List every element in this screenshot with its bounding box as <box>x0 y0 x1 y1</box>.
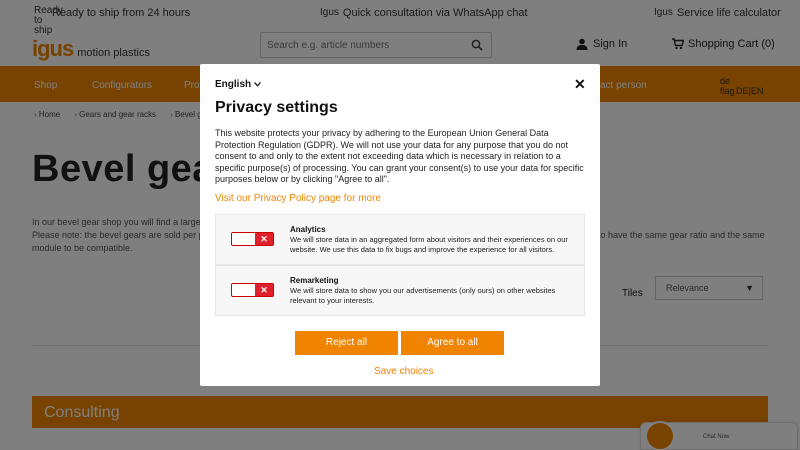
reject-all-button[interactable]: Reject all <box>295 331 398 355</box>
toggle-off-icon: ✕ <box>255 284 273 296</box>
toggle-off-icon: ✕ <box>255 233 273 245</box>
privacy-settings-dialog: English ✕ Privacy settings This website … <box>200 64 600 386</box>
analytics-toggle[interactable]: ✕ <box>231 232 274 246</box>
remarketing-toggle[interactable]: ✕ <box>231 283 274 297</box>
language-select-value: English <box>215 79 252 90</box>
chevron-down-icon <box>254 82 262 87</box>
dialog-title: Privacy settings <box>215 99 338 116</box>
language-select[interactable]: English <box>215 79 262 90</box>
option-description: We will store data in an aggregated form… <box>290 235 568 254</box>
save-choices-link[interactable]: Save choices <box>374 366 433 377</box>
privacy-policy-link[interactable]: Visit our Privacy Policy page for more <box>215 193 381 204</box>
option-description: We will store data to show you our adver… <box>290 286 556 305</box>
option-title: Remarketing <box>290 276 339 285</box>
option-title: Analytics <box>290 225 326 234</box>
consent-option-analytics: ✕ Analytics We will store data in an agg… <box>215 214 585 265</box>
close-icon[interactable]: ✕ <box>574 76 586 93</box>
dialog-description: This website protects your privacy by ad… <box>215 128 584 184</box>
agree-to-all-button[interactable]: Agree to all <box>401 331 504 355</box>
consent-option-remarketing: ✕ Remarketing We will store data to show… <box>215 265 585 316</box>
